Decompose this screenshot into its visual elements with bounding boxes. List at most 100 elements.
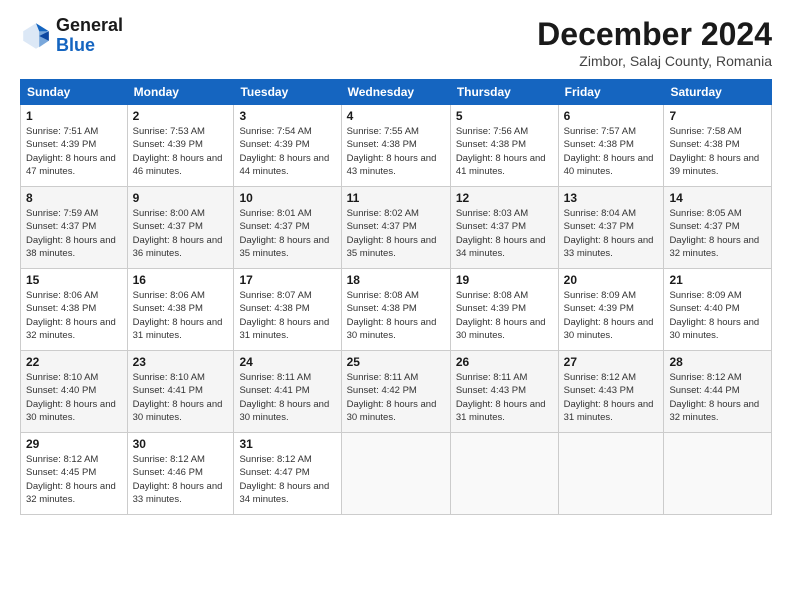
location-subtitle: Zimbor, Salaj County, Romania <box>537 53 772 69</box>
day-number: 15 <box>26 273 122 287</box>
title-block: December 2024 Zimbor, Salaj County, Roma… <box>537 16 772 69</box>
weekday-header-tuesday: Tuesday <box>234 80 341 105</box>
weekday-header-friday: Friday <box>558 80 664 105</box>
day-number: 10 <box>239 191 335 205</box>
calendar-cell: 12 Sunrise: 8:03 AMSunset: 4:37 PMDaylig… <box>450 187 558 269</box>
day-info: Sunrise: 8:05 AMSunset: 4:37 PMDaylight:… <box>669 208 759 259</box>
day-number: 28 <box>669 355 766 369</box>
calendar-cell: 13 Sunrise: 8:04 AMSunset: 4:37 PMDaylig… <box>558 187 664 269</box>
day-info: Sunrise: 8:12 AMSunset: 4:43 PMDaylight:… <box>564 372 654 423</box>
day-number: 11 <box>347 191 445 205</box>
calendar-cell: 23 Sunrise: 8:10 AMSunset: 4:41 PMDaylig… <box>127 351 234 433</box>
weekday-header-row: SundayMondayTuesdayWednesdayThursdayFrid… <box>21 80 772 105</box>
calendar-cell: 17 Sunrise: 8:07 AMSunset: 4:38 PMDaylig… <box>234 269 341 351</box>
day-number: 2 <box>133 109 229 123</box>
calendar-cell: 1 Sunrise: 7:51 AMSunset: 4:39 PMDayligh… <box>21 105 128 187</box>
day-info: Sunrise: 7:51 AMSunset: 4:39 PMDaylight:… <box>26 126 116 177</box>
calendar-cell: 14 Sunrise: 8:05 AMSunset: 4:37 PMDaylig… <box>664 187 772 269</box>
calendar-cell: 24 Sunrise: 8:11 AMSunset: 4:41 PMDaylig… <box>234 351 341 433</box>
calendar-cell: 3 Sunrise: 7:54 AMSunset: 4:39 PMDayligh… <box>234 105 341 187</box>
calendar-week-row: 15 Sunrise: 8:06 AMSunset: 4:38 PMDaylig… <box>21 269 772 351</box>
calendar-cell: 18 Sunrise: 8:08 AMSunset: 4:38 PMDaylig… <box>341 269 450 351</box>
day-info: Sunrise: 8:08 AMSunset: 4:38 PMDaylight:… <box>347 290 437 341</box>
weekday-header-thursday: Thursday <box>450 80 558 105</box>
calendar-cell: 25 Sunrise: 8:11 AMSunset: 4:42 PMDaylig… <box>341 351 450 433</box>
day-info: Sunrise: 7:59 AMSunset: 4:37 PMDaylight:… <box>26 208 116 259</box>
day-info: Sunrise: 7:53 AMSunset: 4:39 PMDaylight:… <box>133 126 223 177</box>
day-number: 29 <box>26 437 122 451</box>
day-number: 1 <box>26 109 122 123</box>
calendar-cell: 26 Sunrise: 8:11 AMSunset: 4:43 PMDaylig… <box>450 351 558 433</box>
day-number: 31 <box>239 437 335 451</box>
day-number: 5 <box>456 109 553 123</box>
day-number: 16 <box>133 273 229 287</box>
month-title: December 2024 <box>537 16 772 53</box>
day-number: 20 <box>564 273 659 287</box>
calendar-cell <box>450 433 558 515</box>
day-number: 21 <box>669 273 766 287</box>
day-info: Sunrise: 8:11 AMSunset: 4:42 PMDaylight:… <box>347 372 437 423</box>
calendar-cell: 15 Sunrise: 8:06 AMSunset: 4:38 PMDaylig… <box>21 269 128 351</box>
day-info: Sunrise: 7:56 AMSunset: 4:38 PMDaylight:… <box>456 126 546 177</box>
calendar-cell: 28 Sunrise: 8:12 AMSunset: 4:44 PMDaylig… <box>664 351 772 433</box>
day-number: 13 <box>564 191 659 205</box>
calendar-cell <box>341 433 450 515</box>
day-info: Sunrise: 7:57 AMSunset: 4:38 PMDaylight:… <box>564 126 654 177</box>
calendar-cell: 19 Sunrise: 8:08 AMSunset: 4:39 PMDaylig… <box>450 269 558 351</box>
day-info: Sunrise: 7:55 AMSunset: 4:38 PMDaylight:… <box>347 126 437 177</box>
day-info: Sunrise: 8:09 AMSunset: 4:40 PMDaylight:… <box>669 290 759 341</box>
calendar-cell: 2 Sunrise: 7:53 AMSunset: 4:39 PMDayligh… <box>127 105 234 187</box>
logo-icon <box>20 20 52 52</box>
day-number: 26 <box>456 355 553 369</box>
calendar-cell: 31 Sunrise: 8:12 AMSunset: 4:47 PMDaylig… <box>234 433 341 515</box>
day-info: Sunrise: 8:02 AMSunset: 4:37 PMDaylight:… <box>347 208 437 259</box>
day-number: 19 <box>456 273 553 287</box>
day-number: 30 <box>133 437 229 451</box>
calendar-cell: 21 Sunrise: 8:09 AMSunset: 4:40 PMDaylig… <box>664 269 772 351</box>
day-number: 25 <box>347 355 445 369</box>
day-info: Sunrise: 8:11 AMSunset: 4:43 PMDaylight:… <box>456 372 546 423</box>
calendar-table: SundayMondayTuesdayWednesdayThursdayFrid… <box>20 79 772 515</box>
day-info: Sunrise: 8:12 AMSunset: 4:44 PMDaylight:… <box>669 372 759 423</box>
logo-blue: Blue <box>56 36 123 56</box>
calendar-cell: 20 Sunrise: 8:09 AMSunset: 4:39 PMDaylig… <box>558 269 664 351</box>
calendar-week-row: 22 Sunrise: 8:10 AMSunset: 4:40 PMDaylig… <box>21 351 772 433</box>
day-number: 7 <box>669 109 766 123</box>
day-info: Sunrise: 8:11 AMSunset: 4:41 PMDaylight:… <box>239 372 329 423</box>
day-info: Sunrise: 7:58 AMSunset: 4:38 PMDaylight:… <box>669 126 759 177</box>
day-number: 12 <box>456 191 553 205</box>
weekday-header-wednesday: Wednesday <box>341 80 450 105</box>
day-info: Sunrise: 8:08 AMSunset: 4:39 PMDaylight:… <box>456 290 546 341</box>
day-info: Sunrise: 8:03 AMSunset: 4:37 PMDaylight:… <box>456 208 546 259</box>
logo: General Blue <box>20 16 123 56</box>
header: General Blue December 2024 Zimbor, Salaj… <box>20 16 772 69</box>
calendar-cell: 11 Sunrise: 8:02 AMSunset: 4:37 PMDaylig… <box>341 187 450 269</box>
calendar-cell: 9 Sunrise: 8:00 AMSunset: 4:37 PMDayligh… <box>127 187 234 269</box>
calendar-week-row: 1 Sunrise: 7:51 AMSunset: 4:39 PMDayligh… <box>21 105 772 187</box>
weekday-header-saturday: Saturday <box>664 80 772 105</box>
weekday-header-sunday: Sunday <box>21 80 128 105</box>
calendar-page: General Blue December 2024 Zimbor, Salaj… <box>0 0 792 612</box>
day-number: 6 <box>564 109 659 123</box>
calendar-cell <box>664 433 772 515</box>
day-info: Sunrise: 8:00 AMSunset: 4:37 PMDaylight:… <box>133 208 223 259</box>
day-info: Sunrise: 8:06 AMSunset: 4:38 PMDaylight:… <box>133 290 223 341</box>
day-number: 4 <box>347 109 445 123</box>
calendar-cell: 4 Sunrise: 7:55 AMSunset: 4:38 PMDayligh… <box>341 105 450 187</box>
calendar-cell: 10 Sunrise: 8:01 AMSunset: 4:37 PMDaylig… <box>234 187 341 269</box>
day-number: 22 <box>26 355 122 369</box>
calendar-cell: 29 Sunrise: 8:12 AMSunset: 4:45 PMDaylig… <box>21 433 128 515</box>
calendar-cell: 27 Sunrise: 8:12 AMSunset: 4:43 PMDaylig… <box>558 351 664 433</box>
calendar-cell: 22 Sunrise: 8:10 AMSunset: 4:40 PMDaylig… <box>21 351 128 433</box>
day-number: 27 <box>564 355 659 369</box>
calendar-week-row: 29 Sunrise: 8:12 AMSunset: 4:45 PMDaylig… <box>21 433 772 515</box>
logo-text: General Blue <box>56 16 123 56</box>
day-info: Sunrise: 7:54 AMSunset: 4:39 PMDaylight:… <box>239 126 329 177</box>
day-info: Sunrise: 8:07 AMSunset: 4:38 PMDaylight:… <box>239 290 329 341</box>
weekday-header-monday: Monday <box>127 80 234 105</box>
calendar-cell: 30 Sunrise: 8:12 AMSunset: 4:46 PMDaylig… <box>127 433 234 515</box>
day-info: Sunrise: 8:10 AMSunset: 4:41 PMDaylight:… <box>133 372 223 423</box>
day-number: 14 <box>669 191 766 205</box>
day-number: 23 <box>133 355 229 369</box>
logo-general: General <box>56 16 123 36</box>
